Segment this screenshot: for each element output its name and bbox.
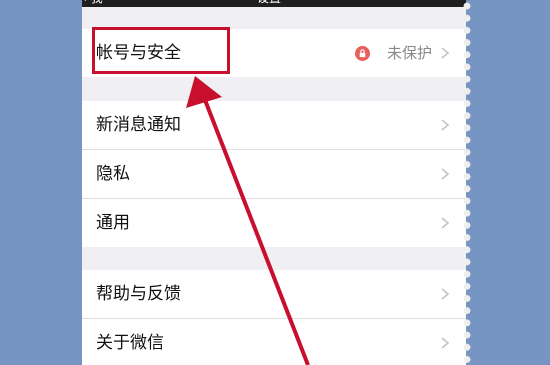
settings-item-label: 关于微信	[96, 333, 164, 353]
chevron-right-icon	[441, 168, 450, 180]
nav-bar: ‹ 我 设置	[82, 0, 466, 7]
settings-item-label: 新消息通知	[96, 115, 181, 135]
chevron-right-icon	[441, 337, 450, 349]
settings-item-about-wechat[interactable]: 关于微信	[82, 319, 466, 365]
chevron-right-icon	[441, 217, 450, 229]
back-button[interactable]: ‹ 我	[82, 0, 103, 4]
chevron-right-icon	[441, 288, 450, 300]
settings-item-help-feedback[interactable]: 帮助与反馈	[82, 270, 466, 319]
protection-status: 未保护	[386, 44, 432, 62]
settings-item-privacy[interactable]: 隐私	[82, 150, 466, 199]
settings-item-new-message-notification[interactable]: 新消息通知	[82, 101, 466, 150]
settings-item-general[interactable]: 通用	[82, 199, 466, 247]
nav-title: 设置	[257, 0, 281, 4]
settings-item-label: 帮助与反馈	[96, 284, 181, 304]
highlight-box	[92, 27, 230, 74]
lock-icon	[355, 46, 370, 61]
back-label: 我	[91, 0, 103, 5]
settings-group-general: 新消息通知 隐私 通用	[82, 101, 466, 247]
chevron-right-icon	[441, 119, 450, 131]
perforated-edge	[462, 0, 472, 365]
settings-item-label: 通用	[96, 213, 130, 233]
chevron-right-icon	[441, 47, 450, 59]
settings-group-about: 帮助与反馈 关于微信	[82, 270, 466, 365]
settings-item-label: 隐私	[96, 164, 130, 184]
